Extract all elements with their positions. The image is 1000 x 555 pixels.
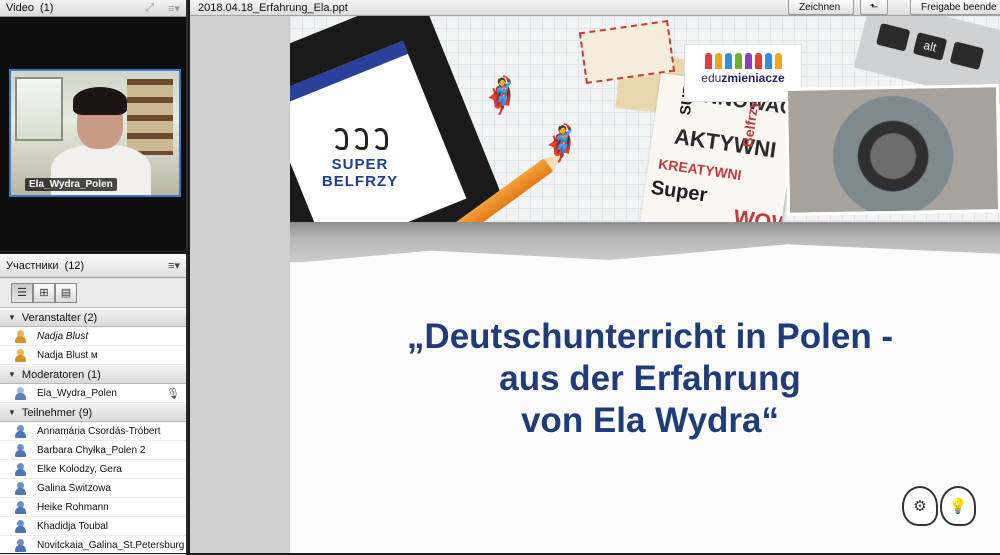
host-user-icon <box>14 348 27 362</box>
video-pod-title: Video <box>6 2 34 14</box>
attendee-pod-title: Участники <box>6 259 59 272</box>
participant-user-icon <box>14 481 27 495</box>
fullscreen-icon[interactable]: ⤢ <box>145 2 154 15</box>
attendee-list: ▼ Veranstalter (2) Nadja Blust Nadja Blust … <box>0 308 186 555</box>
attendee-pod-count: (12) <box>64 259 85 272</box>
attendee-name: Annamária Csordás-Tróbert <box>37 425 161 437</box>
sync-icon: ⬑ <box>869 1 879 13</box>
attendee-row[interactable]: Heike Rohmann <box>0 498 186 517</box>
attendee-name: Heike Rohmann <box>37 501 109 513</box>
video-person-hair <box>73 87 127 115</box>
attendee-row[interactable]: Elke Kolodzy, Gera <box>0 460 186 479</box>
participant-user-icon <box>14 443 27 457</box>
keyboard-key <box>949 41 985 70</box>
edu-logo-prefix: edu <box>701 71 722 85</box>
participant-user-icon <box>14 500 27 514</box>
microphone-icon: 🎙 <box>166 387 180 400</box>
attendee-row[interactable]: Khadidja Toubal <box>0 517 186 536</box>
attendee-group-header[interactable]: ▼ Moderatoren (1) <box>0 365 186 384</box>
participant-user-icon <box>14 519 27 533</box>
attendee-row[interactable]: Barbara Chyłka_Polen 2 <box>0 441 186 460</box>
attendee-group-label: Veranstalter (2) <box>21 311 98 324</box>
share-pod: 2018.04.18_Erfahrung_Ela.ppt Zeichnen ⬑ … <box>190 0 1000 553</box>
superhero-sketch-icon: 🦸 <box>477 73 526 119</box>
participant-user-icon <box>14 424 27 438</box>
head-lightbulb-icon: 💡 <box>940 486 976 526</box>
attendee-pod-header: Участники (12) ≡▾ <box>0 254 186 278</box>
wordcloud-word: AKTYWNI <box>672 123 778 163</box>
status-icon: ▤ <box>60 287 72 299</box>
mod-user-icon <box>14 386 27 400</box>
attendee-name: Khadidja Toubal <box>37 520 108 532</box>
slide-margin <box>190 16 290 553</box>
slide-collage: alt SUPER BELFRZY 🦸 🦸 SUPERINNOWACJEAKTY… <box>290 16 1000 283</box>
edu-logo-text: eduzmieniacze <box>685 71 801 85</box>
video-pod: Video (1) ⤢ ≡▾ Ela_Wydra_Polen <box>0 0 188 250</box>
attendee-name: Nadja Blust м <box>37 349 98 361</box>
shared-file-name: 2018.04.18_Erfahrung_Ela.ppt <box>198 1 348 14</box>
list-icon: ☰ <box>17 287 27 299</box>
status-view-button[interactable]: ▤ <box>55 282 77 303</box>
breakout-view-button[interactable]: ⊞ <box>33 282 55 303</box>
attendee-group-header[interactable]: ▼ Teilnehmer (9) <box>0 403 186 422</box>
slide-title-line1: „Deutschunterricht in Polen - <box>406 317 894 356</box>
superhero-sketch-icon: 🦸 <box>537 122 585 166</box>
video-participant-name: Ela_Wydra_Polen <box>25 178 117 191</box>
video-pod-count: (1) <box>39 2 54 14</box>
edu-figures-icon <box>685 53 801 69</box>
draw-button[interactable]: Zeichnen <box>788 0 854 15</box>
video-pod-header: Video (1) ⤢ ≡▾ <box>0 0 186 17</box>
attendee-row[interactable]: Nadja Blust <box>0 327 186 346</box>
slide-title-line2: aus der Erfahrung <box>499 359 801 398</box>
keyboard-key <box>875 22 911 52</box>
attendee-group-label: Teilnehmer (9) <box>21 406 93 419</box>
collapse-triangle-icon[interactable]: ▼ <box>8 370 16 379</box>
pod-menu-icon[interactable]: ≡▾ <box>168 2 180 15</box>
attendee-name: Elke Kolodzy, Gera <box>37 463 122 475</box>
video-background-window <box>15 77 63 141</box>
stop-sharing-button[interactable]: Freigabe beende <box>910 0 1000 15</box>
attendee-name: Ela_Wydra_Polen <box>37 387 117 399</box>
breakout-icon: ⊞ <box>39 287 49 299</box>
attendee-name: Novitckaia_Galina_St.Petersburg <box>37 539 185 551</box>
attendee-name: Galina Switzowa <box>37 482 111 494</box>
keyboard-key-alt: alt <box>912 32 948 61</box>
host-user-icon <box>14 329 27 343</box>
edu-logo-suffix: zmieniacze <box>721 71 785 85</box>
list-view-button[interactable]: ☰ <box>11 282 33 303</box>
participant-user-icon <box>14 462 27 476</box>
attendee-row[interactable]: Annamária Csordás-Tróbert <box>0 422 186 441</box>
attendee-row[interactable]: Ela_Wydra_Polen 🎙 <box>0 384 186 403</box>
slide-title: „Deutschunterricht in Polen - aus der Er… <box>310 316 990 442</box>
collapse-triangle-icon[interactable]: ▼ <box>8 408 16 417</box>
logo-text-line1: SUPER <box>331 156 389 173</box>
attendee-row[interactable]: Galina Switzowa <box>0 479 186 498</box>
attendee-pod: Участники (12) ≡▾ ☰ ⊞ ▤ ▼ Veranstalter (2… <box>0 254 188 555</box>
pod-menu-icon[interactable]: ≡▾ <box>168 259 180 272</box>
attendee-name: Nadja Blust <box>37 330 89 342</box>
attendee-name: Barbara Chyłka_Polen 2 <box>37 444 146 456</box>
head-gears-icon: ⚙ <box>902 486 938 526</box>
wordcloud-word: Super <box>649 176 709 207</box>
presentation-slide[interactable]: alt SUPER BELFRZY 🦸 🦸 SUPERINNOWACJEAKTY… <box>290 16 1000 553</box>
super-belfrzy-logo: SUPER BELFRZY <box>320 128 400 190</box>
logo-heads-icon <box>320 128 400 150</box>
collapse-triangle-icon[interactable]: ▼ <box>8 313 16 322</box>
webcam-video[interactable]: Ela_Wydra_Polen <box>9 69 181 197</box>
share-pod-header: 2018.04.18_Erfahrung_Ela.ppt Zeichnen ⬑ … <box>190 0 1000 16</box>
attendee-group-label: Moderatoren (1) <box>21 368 101 381</box>
group-photo <box>784 84 1000 216</box>
slide-title-line3: von Ela Wydra“ <box>520 401 780 440</box>
video-background-shelf <box>127 79 173 155</box>
attendee-row[interactable]: Novitckaia_Galina_St.Petersburg <box>0 536 186 555</box>
attendee-row[interactable]: Nadja Blust м <box>0 346 186 365</box>
participant-user-icon <box>14 538 27 552</box>
slide-area: alt SUPER BELFRZY 🦸 🦸 SUPERINNOWACJEAKTY… <box>190 16 1000 553</box>
sync-button[interactable]: ⬑ <box>860 0 888 15</box>
attendee-group-header[interactable]: ▼ Veranstalter (2) <box>0 308 186 327</box>
logo-text-line2: BELFRZY <box>321 173 399 190</box>
slide-decoration-icons: ⚙ 💡 <box>902 486 976 526</box>
attendee-view-toolbar: ☰ ⊞ ▤ <box>0 278 186 308</box>
